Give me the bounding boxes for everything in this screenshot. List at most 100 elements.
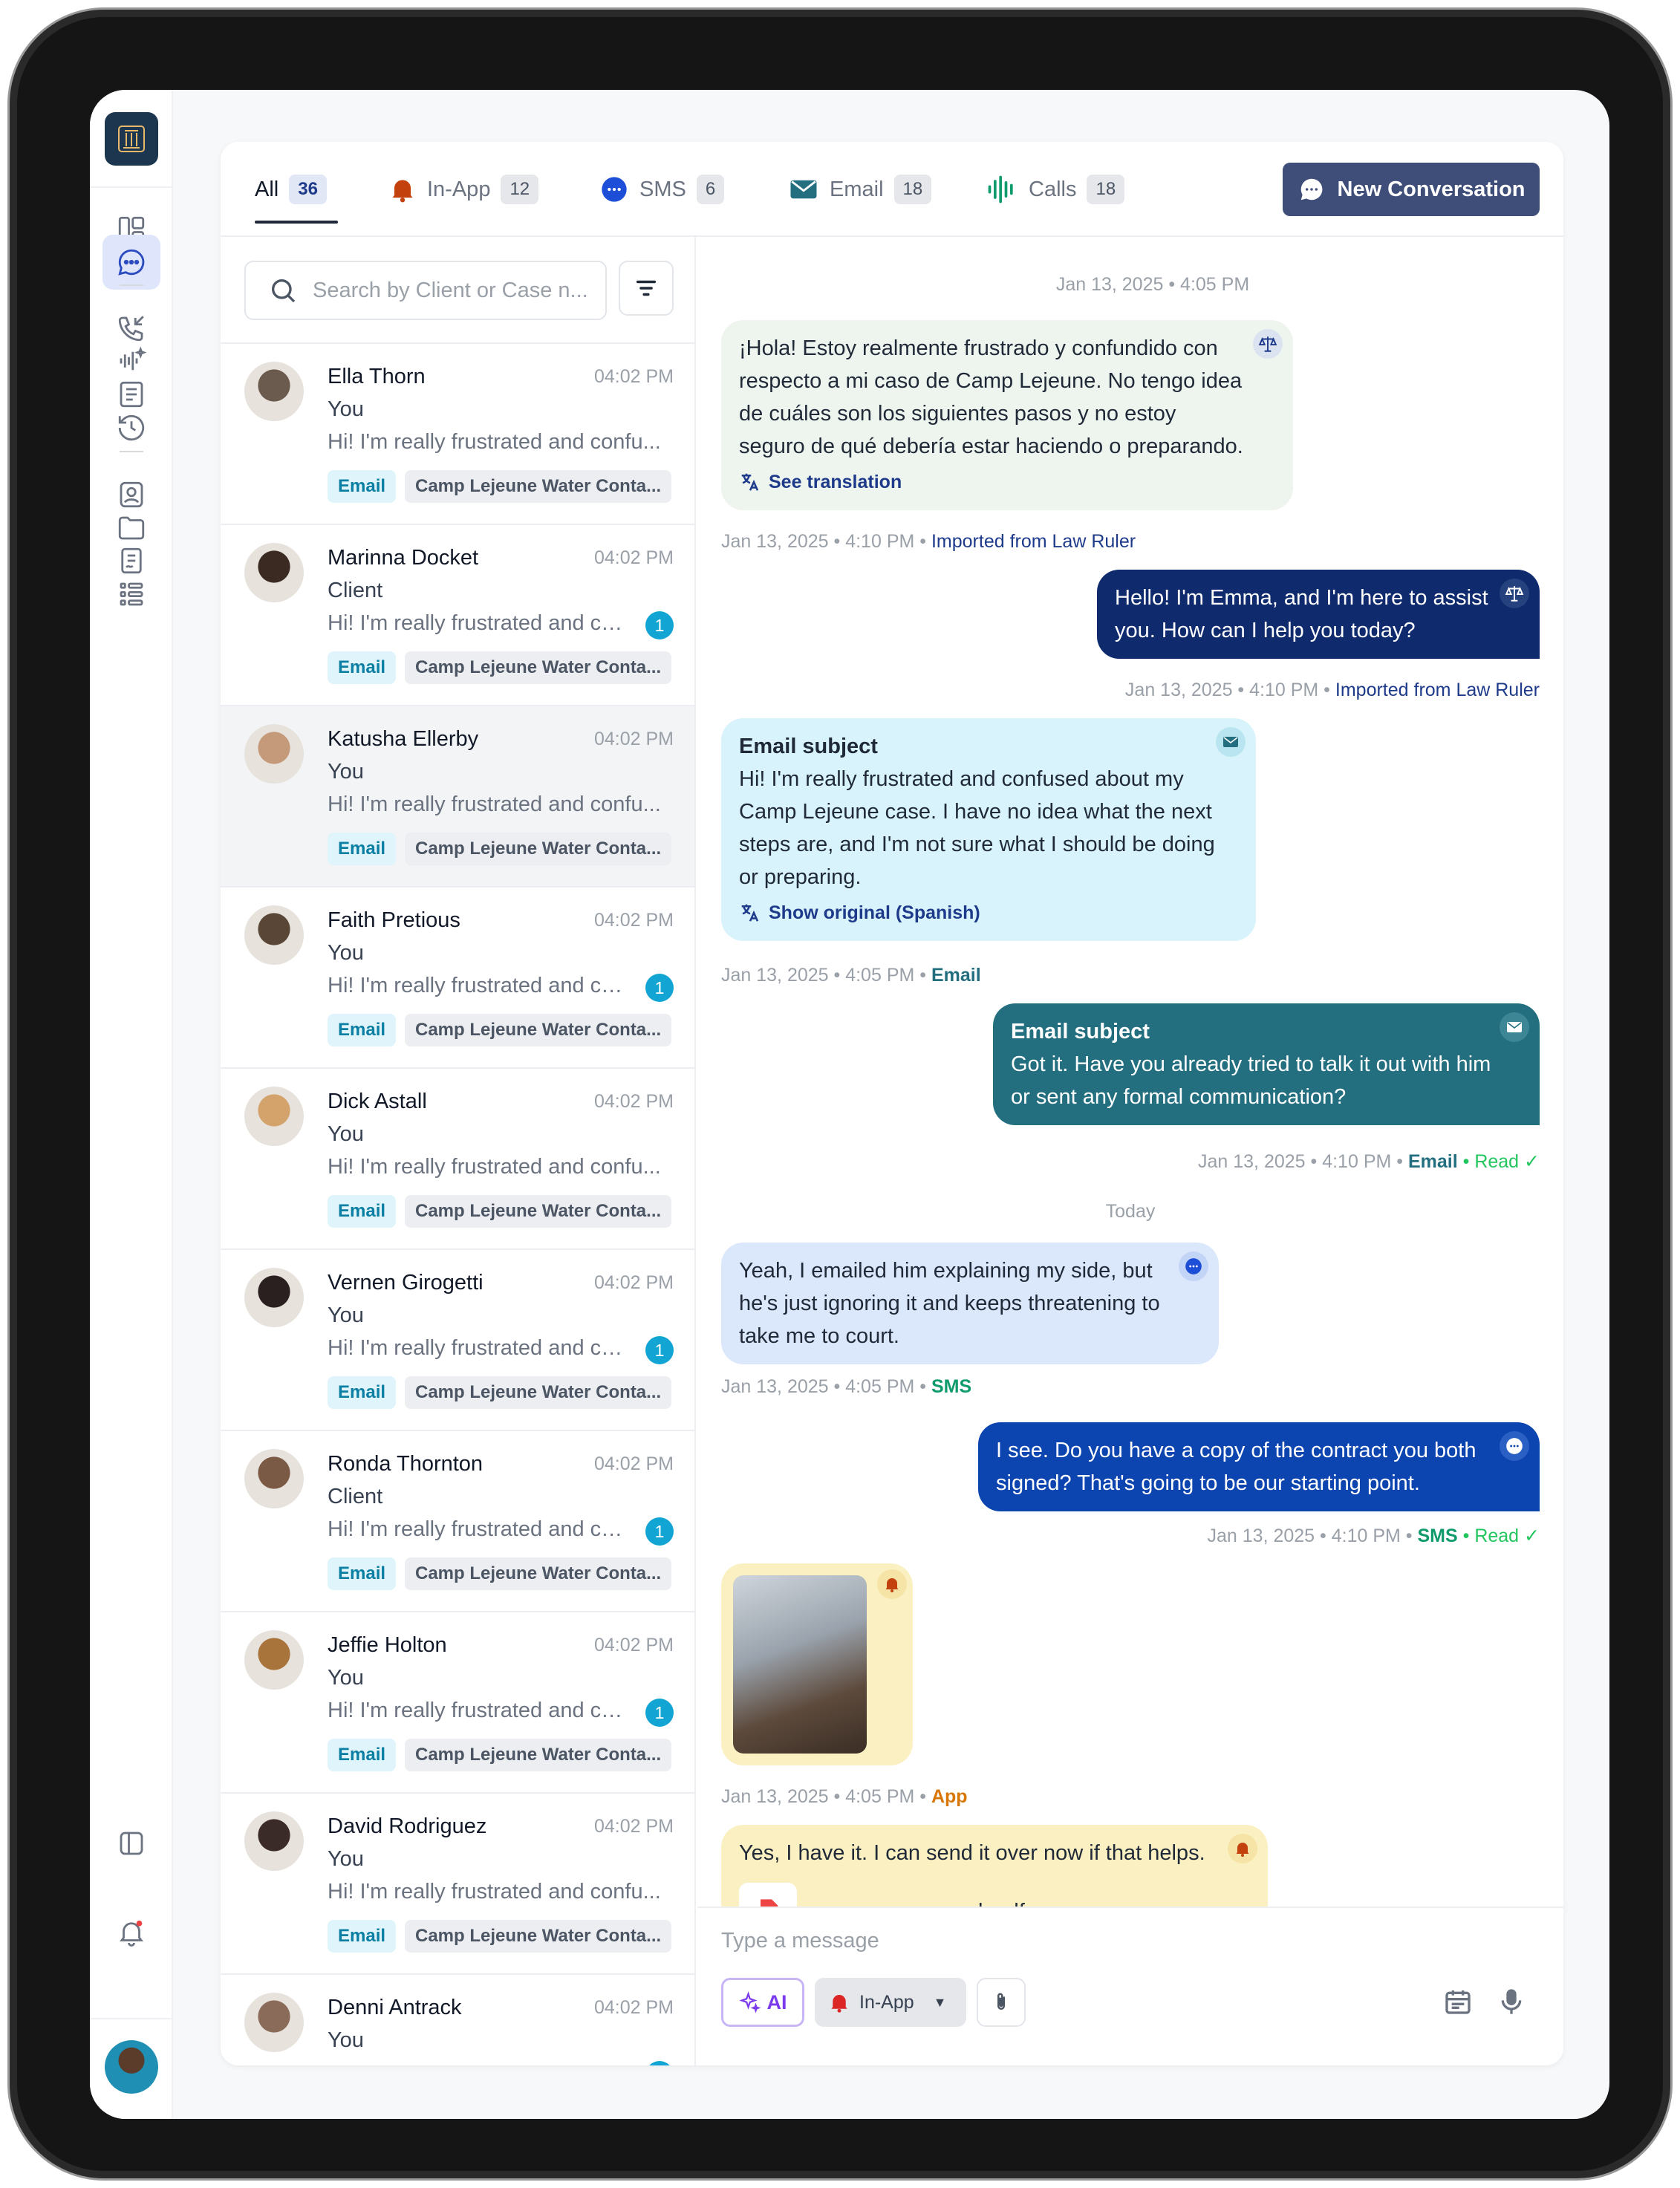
channel-tag: Email xyxy=(328,1557,397,1590)
history-icon[interactable] xyxy=(102,400,160,455)
message-text: Yeah, I emailed him explaining my side, … xyxy=(739,1259,1160,1348)
message-preview: Hi! I'm really frustrated and confu... xyxy=(328,1155,661,1179)
unread-badge: 1 xyxy=(645,1517,674,1546)
conversation-items: Ella Thorn 04:02 PM You Hi! I'm really frus… xyxy=(221,342,694,2065)
channel-tag: Email xyxy=(328,651,397,684)
bell-icon xyxy=(877,1569,907,1599)
filter-icon xyxy=(636,280,657,296)
conversation-item[interactable]: Katusha Ellerby 04:02 PM You Hi! I'm really… xyxy=(221,705,694,886)
channel-tag: Email xyxy=(328,1739,397,1771)
conversation-list: Search by Client or Case n... Ella Thorn… xyxy=(221,237,696,2065)
conversation-item[interactable]: Faith Pretious 04:02 PM You Hi! I'm really … xyxy=(221,886,694,1067)
message-preview: Hi! I'm really frustrated and co... xyxy=(328,1336,625,1360)
conversation-item[interactable]: Denni Antrack 04:02 PM You 1 xyxy=(221,1973,694,2065)
search-icon xyxy=(272,279,296,303)
contact-avatar xyxy=(244,1449,304,1508)
message-text: Yes, I have it. I can send it over now i… xyxy=(739,1841,1205,1865)
channel-select[interactable]: In-App ▼ xyxy=(815,1978,966,2027)
tab-label: SMS xyxy=(639,177,686,201)
filter-button[interactable] xyxy=(619,261,674,316)
unread-badge: 1 xyxy=(645,1699,674,1727)
channel-value: In-App xyxy=(859,1991,914,2013)
message-meta: Jan 13, 2025 • 4:10 PM • Imported from L… xyxy=(1125,680,1540,701)
message-composer: Type a message AI In-App ▼ xyxy=(697,1907,1563,2065)
conversation-item[interactable]: Vernen Girogetti 04:02 PM You Hi! I'm reall… xyxy=(221,1248,694,1430)
conversation-item[interactable]: Ella Thorn 04:02 PM You Hi! I'm really frus… xyxy=(221,342,694,524)
sms-icon xyxy=(1500,1431,1529,1461)
channel-tag: Email xyxy=(328,1014,397,1046)
app-screen: All 36 In-App 12 SMS 6 Email 18 Calls 18… xyxy=(90,90,1609,2119)
tab-email[interactable]: Email 18 xyxy=(788,169,932,210)
meta-time: Jan 13, 2025 • 4:10 PM • xyxy=(721,531,931,552)
ai-assist-button[interactable]: AI xyxy=(721,1978,804,2027)
last-sender: You xyxy=(328,1122,364,1146)
conversation-item[interactable]: Marinna Docket 04:02 PM Client Hi! I'm real… xyxy=(221,524,694,705)
attached-photo[interactable] xyxy=(733,1575,867,1754)
contact-avatar xyxy=(244,724,304,784)
incoming-app-image-message xyxy=(721,1563,913,1765)
case-tag: Camp Lejeune Water Conta... xyxy=(405,1739,672,1771)
message-time: 04:02 PM xyxy=(593,1091,674,1112)
paperclip-icon xyxy=(997,1993,1005,2010)
show-original-link[interactable]: Show original (Spanish) xyxy=(739,896,1238,929)
meta-source: Email xyxy=(931,965,981,986)
case-tag: Camp Lejeune Water Conta... xyxy=(405,1557,672,1590)
mail-icon xyxy=(1216,727,1246,757)
message-input[interactable]: Type a message xyxy=(721,1929,879,1953)
case-tag: Camp Lejeune Water Conta... xyxy=(405,470,672,503)
message-preview: Hi! I'm really frustrated and confu... xyxy=(328,1880,661,1904)
message-time: 04:02 PM xyxy=(593,1272,674,1293)
channel-tag: Email xyxy=(328,833,397,865)
see-translation-link[interactable]: See translation xyxy=(739,466,1275,498)
attach-button[interactable] xyxy=(977,1978,1026,2027)
tab-calls[interactable]: Calls 18 xyxy=(986,169,1125,210)
new-conversation-button[interactable]: New Conversation xyxy=(1283,163,1540,216)
message-text: Hi! I'm really frustrated and confused a… xyxy=(739,767,1215,889)
conversation-item[interactable]: Dick Astall 04:02 PM You Hi! I'm really fru… xyxy=(221,1067,694,1248)
message-preview: Hi! I'm really frustrated and co... xyxy=(328,1699,625,1722)
nav-rail xyxy=(90,90,173,2119)
conversation-item[interactable]: David Rodriguez 04:02 PM You Hi! I'm really… xyxy=(221,1792,694,1973)
unread-badge: 1 xyxy=(645,974,674,1002)
law-ruler-icon xyxy=(1253,329,1283,359)
tab-sms[interactable]: SMS 6 xyxy=(599,169,725,210)
double-check-icon: ✓ xyxy=(1519,1526,1540,1546)
message-time: 04:02 PM xyxy=(593,910,674,931)
tab-count: 6 xyxy=(696,175,725,204)
message-text: Hello! I'm Emma, and I'm here to assist … xyxy=(1115,586,1488,642)
tab-all[interactable]: All 36 xyxy=(255,169,327,210)
conversation-item[interactable]: Jeffie Holton 04:02 PM You Hi! I'm really f… xyxy=(221,1611,694,1792)
case-tag: Camp Lejeune Water Conta... xyxy=(405,1920,672,1953)
rail-divider xyxy=(90,186,172,188)
list-icon[interactable] xyxy=(102,567,160,622)
tab-in-app[interactable]: In-App 12 xyxy=(388,169,539,210)
last-sender: You xyxy=(328,397,364,421)
unread-badge: 1 xyxy=(645,2061,674,2065)
firm-logo[interactable] xyxy=(105,112,158,166)
notification-bell-icon[interactable] xyxy=(102,1905,160,1960)
user-avatar[interactable] xyxy=(105,2040,158,2094)
contact-name: Katusha Ellerby xyxy=(328,727,479,751)
contact-name: David Rodriguez xyxy=(328,1814,487,1838)
contact-name: Faith Pretious xyxy=(328,908,460,932)
meta-source: Imported from Law Ruler xyxy=(1335,680,1540,700)
microphone-icon[interactable] xyxy=(1497,1985,1526,2022)
case-tag: Camp Lejeune Water Conta... xyxy=(405,1195,672,1228)
calendar-icon[interactable] xyxy=(1443,1987,1473,2020)
ai-label: AI xyxy=(766,1990,787,2013)
outgoing-email-message: Email subject Got it. Have you already t… xyxy=(993,1003,1540,1125)
messages-icon[interactable] xyxy=(102,235,160,290)
sidebar-toggle-icon[interactable] xyxy=(102,1816,160,1871)
last-sender: You xyxy=(328,941,364,965)
bell-icon xyxy=(1228,1834,1257,1863)
search-input[interactable]: Search by Client or Case n... xyxy=(244,261,607,320)
meta-source: SMS xyxy=(1417,1526,1458,1546)
message-text: ¡Hola! Estoy realmente frustrado y confu… xyxy=(739,336,1243,458)
contact-avatar xyxy=(244,1993,304,2052)
message-meta: Jan 13, 2025 • 4:05 PM • Email xyxy=(721,965,981,986)
conversation-item[interactable]: Ronda Thornton 04:02 PM Client Hi! I'm real… xyxy=(221,1430,694,1611)
message-text: Got it. Have you already tried to talk i… xyxy=(1011,1052,1491,1109)
contact-avatar xyxy=(244,1811,304,1871)
tab-label: In-App xyxy=(427,177,491,201)
message-time: 04:02 PM xyxy=(593,729,674,749)
